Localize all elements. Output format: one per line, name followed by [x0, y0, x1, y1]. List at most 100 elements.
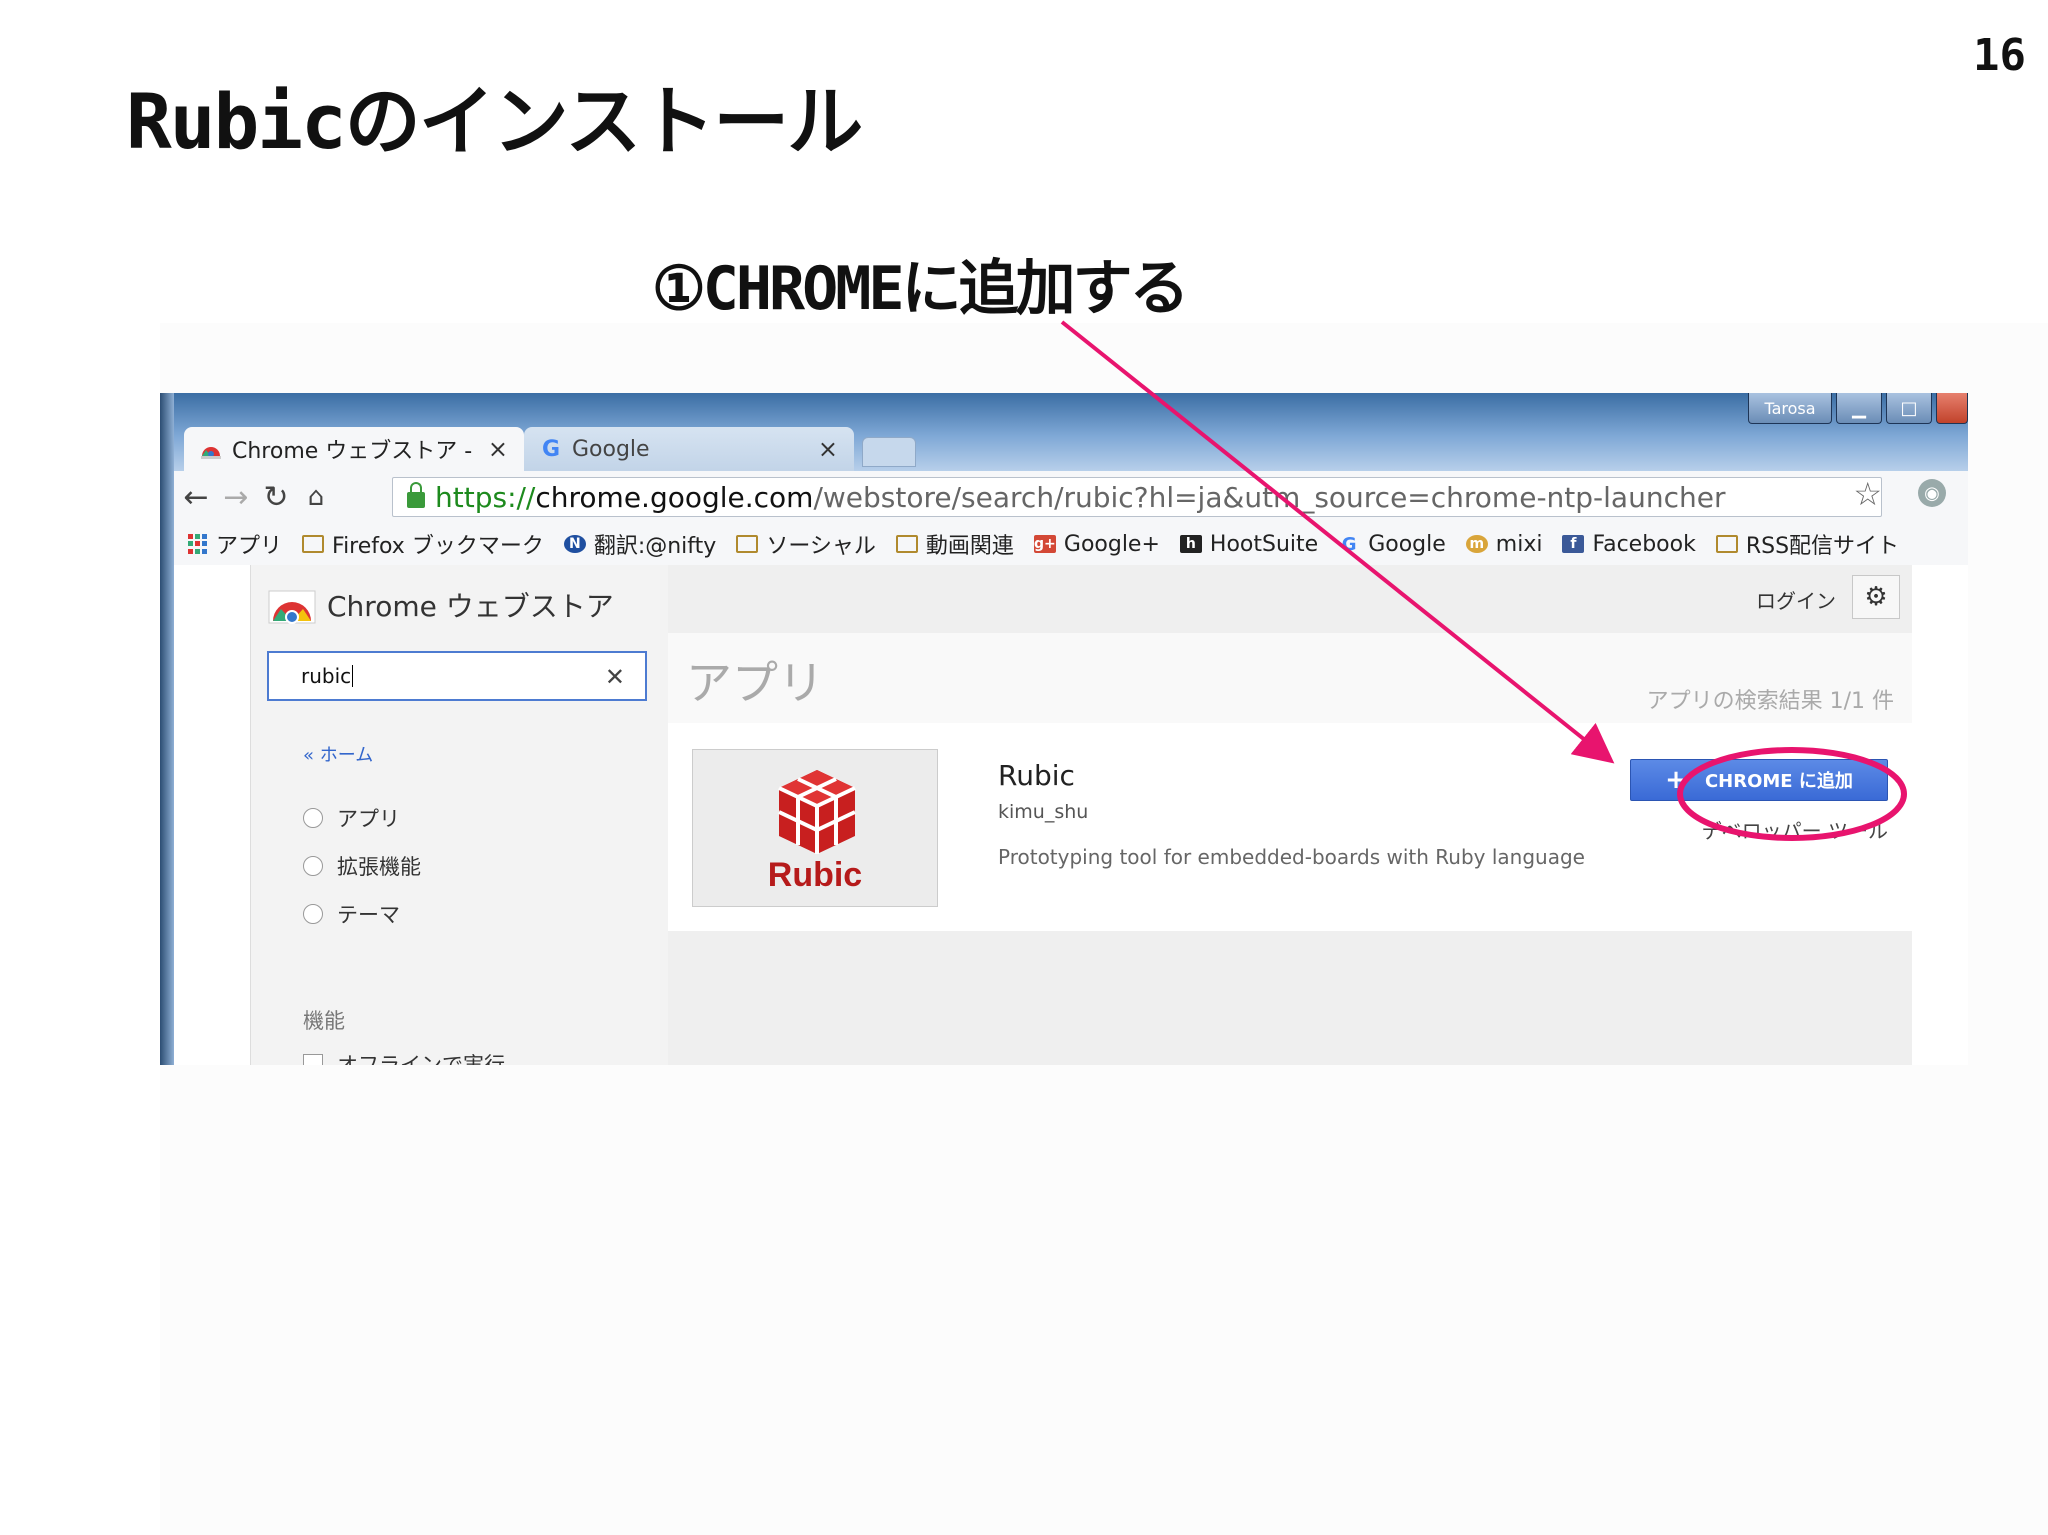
back-arrow-icon[interactable]: ← [178, 479, 214, 515]
filter-label: 拡張機能 [337, 855, 421, 879]
store-sidebar: Chrome ウェブストア rubic ✕ « ホーム アプリ 拡張機能 テーマ… [250, 565, 670, 1065]
plus-icon: + [1665, 765, 1687, 795]
checkbox[interactable] [303, 1054, 323, 1065]
maximize-button[interactable]: □ [1886, 393, 1932, 424]
url-scheme: https:// [435, 480, 536, 514]
bookmark-star-icon[interactable]: ☆ [1853, 475, 1882, 513]
annotation-label: ①CHROMEに追加する [652, 254, 1190, 324]
bookmark-label: Facebook [1592, 531, 1696, 557]
login-link[interactable]: ログイン [1756, 585, 1836, 614]
category-label: デベロッパー ツール [1701, 819, 1888, 843]
bookmark-firefox[interactable]: Firefox ブックマーク [302, 528, 544, 560]
reload-icon[interactable]: ↻ [258, 479, 294, 515]
window-controls: Tarosa ▁ □ [1748, 393, 1968, 427]
filter-themes[interactable]: テーマ [303, 899, 400, 929]
bookmark-google-plus[interactable]: g+ Google+ [1033, 531, 1160, 557]
browser-screenshot: Tarosa ▁ □ Chrome ウェブストア - × G Google × … [160, 393, 1968, 1065]
nifty-icon: N [563, 535, 586, 553]
bookmark-label: 動画関連 [925, 534, 1014, 559]
clear-search-icon[interactable]: ✕ [605, 663, 625, 691]
app-name[interactable]: Rubic [998, 759, 1075, 792]
store-topbar: ログイン ⚙ [668, 565, 1912, 634]
tab-label: Chrome ウェブストア - [232, 439, 473, 464]
tab-chrome-webstore[interactable]: Chrome ウェブストア - × [184, 427, 524, 471]
mixi-icon: m [1465, 535, 1488, 553]
bookmark-hootsuite[interactable]: h HootSuite [1179, 531, 1319, 557]
feature-label: オフラインで実行 [337, 1053, 505, 1065]
rubic-cube-logo [778, 770, 856, 854]
store-main: ログイン ⚙ アプリ アプリの検索結果 1/1 件 Rubic Rubic ki… [668, 565, 1912, 1065]
chrome-store-icon [200, 438, 222, 460]
close-icon[interactable]: × [818, 435, 838, 463]
bookmark-rss[interactable]: RSS配信サイト [1715, 528, 1900, 560]
window-close-button[interactable] [1936, 393, 1968, 424]
section-title: アプリ [686, 656, 824, 710]
google-plus-icon: g+ [1033, 535, 1056, 553]
extension-icon[interactable]: ◉ [1918, 479, 1946, 507]
tab-label: Google [572, 436, 650, 462]
bookmark-label: ソーシャル [766, 534, 876, 559]
bookmark-facebook[interactable]: f Facebook [1562, 531, 1696, 557]
bookmark-google[interactable]: G Google [1338, 532, 1446, 557]
google-icon: G [1341, 533, 1357, 555]
filter-label: テーマ [337, 903, 400, 927]
filter-apps[interactable]: アプリ [303, 803, 400, 833]
folder-icon [736, 535, 759, 553]
bookmark-video[interactable]: 動画関連 [895, 528, 1014, 560]
folder-icon [895, 535, 918, 553]
bookmark-label: アプリ [216, 534, 283, 559]
gear-icon[interactable]: ⚙ [1852, 575, 1900, 619]
thumb-label: Rubic [767, 856, 863, 894]
bookmark-label: Google [1368, 531, 1446, 557]
new-tab-button[interactable] [862, 437, 916, 467]
hootsuite-icon: h [1179, 535, 1202, 553]
radio-button[interactable] [303, 856, 323, 876]
bookmark-apps[interactable]: アプリ [188, 528, 282, 560]
search-value: rubic [301, 664, 352, 688]
bookmark-label: HootSuite [1209, 531, 1319, 557]
radio-button[interactable] [303, 904, 323, 924]
radio-button[interactable] [303, 808, 323, 828]
window-frame-left [160, 393, 174, 1065]
lock-icon [407, 482, 425, 508]
apps-grid-icon [188, 534, 208, 554]
bookmark-label: Firefox ブックマーク [332, 534, 544, 559]
browser-toolbar: ← → ↻ ⌂ https:// chrome.google.com /webs… [174, 471, 1968, 523]
home-icon[interactable]: ⌂ [298, 479, 334, 515]
add-button-label: CHROME に追加 [1704, 771, 1853, 792]
bookmark-label: RSS配信サイト [1745, 534, 1900, 559]
forward-arrow-icon[interactable]: → [218, 479, 254, 515]
bookmark-social[interactable]: ソーシャル [736, 528, 876, 560]
add-to-chrome-button[interactable]: + CHROME に追加 [1630, 759, 1888, 801]
bookmarks-bar: アプリ Firefox ブックマーク N 翻訳:@nifty ソーシャル 動画関… [174, 523, 1968, 566]
bookmark-mixi[interactable]: m mixi [1465, 531, 1543, 557]
search-result-item[interactable]: Rubic Rubic kimu_shu Prototyping tool fo… [668, 723, 1912, 932]
store-search-input[interactable]: rubic ✕ [267, 651, 647, 701]
home-link[interactable]: « ホーム [303, 741, 373, 767]
tab-google[interactable]: G Google × [524, 427, 854, 471]
profile-button[interactable]: Tarosa [1748, 393, 1832, 424]
address-bar[interactable]: https:// chrome.google.com /webstore/sea… [392, 477, 1882, 517]
chrome-webstore-logo [268, 590, 316, 624]
webstore-page: Chrome ウェブストア rubic ✕ « ホーム アプリ 拡張機能 テーマ… [174, 565, 1968, 1065]
folder-icon [1715, 535, 1738, 553]
url-path: /webstore/search/rubic?hl=ja&utm_source=… [813, 480, 1726, 514]
bookmark-nifty[interactable]: N 翻訳:@nifty [563, 528, 717, 560]
filter-label: アプリ [337, 807, 400, 831]
feature-offline[interactable]: オフラインで実行 [303, 1049, 505, 1065]
bookmark-label: Google+ [1063, 531, 1160, 557]
features-heading: 機能 [303, 1009, 345, 1033]
app-description: Prototyping tool for embedded-boards wit… [998, 845, 1585, 869]
close-icon[interactable]: × [488, 435, 508, 463]
app-author: kimu_shu [998, 801, 1089, 823]
section-header: アプリ アプリの検索結果 1/1 件 [668, 633, 1912, 724]
bookmark-label: mixi [1495, 531, 1543, 557]
google-icon: G [541, 436, 561, 462]
app-thumbnail[interactable]: Rubic [692, 749, 938, 907]
result-count: アプリの検索結果 1/1 件 [1646, 689, 1894, 714]
minimize-button[interactable]: ▁ [1836, 393, 1882, 424]
bookmark-label: 翻訳:@nifty [593, 534, 717, 559]
facebook-icon: f [1562, 535, 1585, 553]
folder-icon [302, 535, 325, 553]
filter-extensions[interactable]: 拡張機能 [303, 851, 421, 881]
